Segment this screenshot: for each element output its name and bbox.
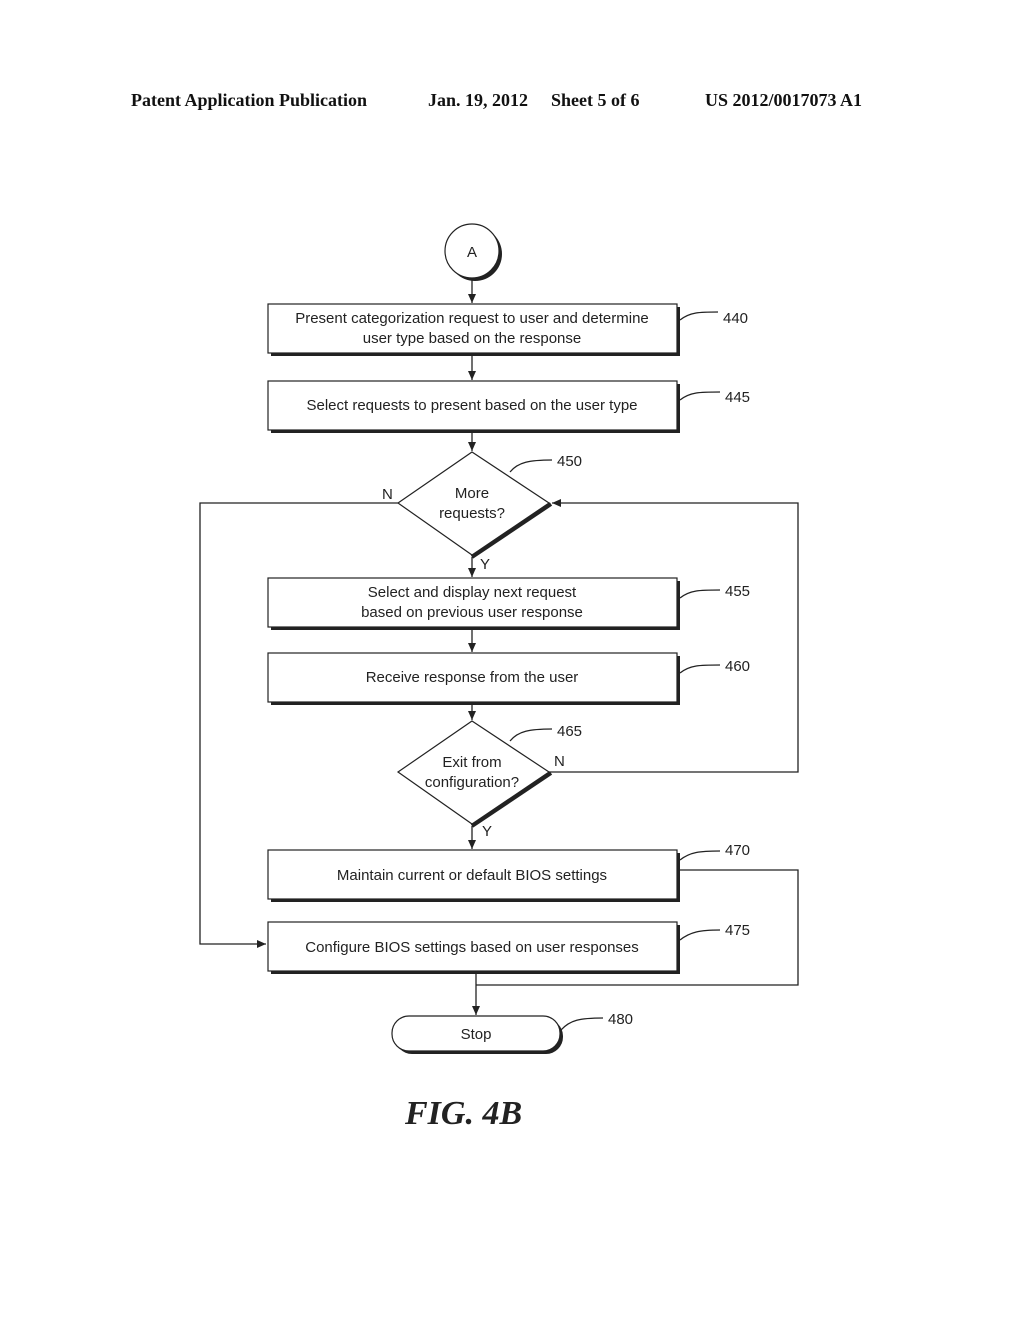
decision-450: More requests? bbox=[396, 451, 553, 559]
step-475-text: Configure BIOS settings based on user re… bbox=[305, 939, 639, 956]
leader-480 bbox=[560, 1017, 604, 1031]
terminal-480-text: Stop bbox=[461, 1026, 492, 1043]
decision-465: Exit from configuration? bbox=[396, 720, 553, 828]
leader-440 bbox=[679, 311, 719, 321]
decision-450-line1: More bbox=[455, 485, 489, 502]
ref-455: 455 bbox=[725, 583, 750, 600]
decision-465-yes-label: Y bbox=[482, 823, 492, 840]
leader-445 bbox=[679, 391, 721, 401]
terminal-480: Stop bbox=[391, 1015, 563, 1054]
step-440: Present categorization request to user a… bbox=[267, 303, 680, 356]
step-455-line2: based on previous user response bbox=[361, 604, 583, 621]
leader-455 bbox=[679, 589, 721, 599]
ref-450: 450 bbox=[557, 453, 582, 470]
step-455: Select and display next request based on… bbox=[267, 577, 680, 630]
connector-a: A bbox=[444, 223, 502, 281]
ref-460: 460 bbox=[725, 658, 750, 675]
ref-440: 440 bbox=[723, 310, 748, 327]
ref-480: 480 bbox=[608, 1011, 633, 1028]
step-460-text: Receive response from the user bbox=[366, 669, 579, 686]
decision-465-no-label: N bbox=[554, 753, 565, 770]
step-475: Configure BIOS settings based on user re… bbox=[267, 921, 680, 974]
leader-470 bbox=[679, 850, 721, 861]
decision-450-yes-label: Y bbox=[480, 556, 490, 573]
leader-450 bbox=[509, 459, 553, 473]
ref-475: 475 bbox=[725, 922, 750, 939]
figure-label: FIG. 4B bbox=[405, 1095, 523, 1132]
decision-465-line2: configuration? bbox=[425, 774, 519, 791]
ref-470: 470 bbox=[725, 842, 750, 859]
ref-445: 445 bbox=[725, 389, 750, 406]
step-445-text: Select requests to present based on the … bbox=[306, 397, 637, 414]
step-445: Select requests to present based on the … bbox=[267, 380, 680, 433]
leader-460 bbox=[679, 664, 721, 674]
leader-475 bbox=[679, 929, 721, 941]
decision-450-no-label: N bbox=[382, 486, 393, 503]
decision-450-line2: requests? bbox=[439, 505, 505, 522]
ref-465: 465 bbox=[557, 723, 582, 740]
step-470: Maintain current or default BIOS setting… bbox=[267, 849, 680, 902]
step-440-line1: Present categorization request to user a… bbox=[295, 310, 649, 327]
connector-label: A bbox=[467, 244, 477, 261]
step-455-line1: Select and display next request bbox=[368, 584, 577, 601]
step-460: Receive response from the user bbox=[267, 652, 680, 705]
step-470-text: Maintain current or default BIOS setting… bbox=[337, 867, 607, 884]
leader-465 bbox=[509, 728, 553, 742]
arrow-465-no-450 bbox=[549, 499, 799, 773]
decision-465-line1: Exit from bbox=[442, 754, 501, 771]
step-440-line2: user type based on the response bbox=[363, 330, 581, 347]
